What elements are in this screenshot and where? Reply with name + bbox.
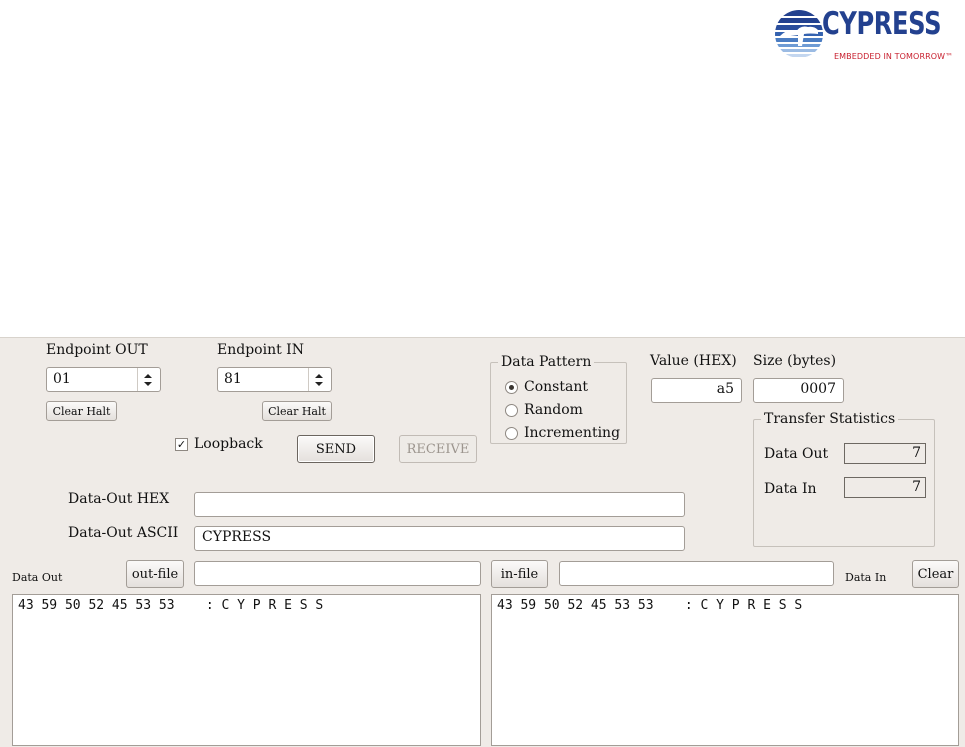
data-pattern-legend: Data Pattern (498, 354, 595, 370)
data-pattern-group: Data Pattern Constant Random Incrementin… (490, 354, 627, 444)
loopback-label: Loopback (194, 436, 263, 452)
loopback-checkbox[interactable]: ✓ Loopback (175, 436, 263, 452)
data-out-ascii-label: Data-Out ASCII (68, 525, 179, 541)
endpoint-out-value: 01 (53, 371, 71, 387)
stat-data-in-label: Data In (764, 481, 817, 497)
cypress-globe-icon (775, 10, 823, 58)
stat-data-out-label: Data Out (764, 446, 829, 462)
clear-button[interactable]: Clear (912, 560, 959, 588)
transfer-statistics-group: Transfer Statistics Data Out 7 Data In 7 (753, 411, 935, 547)
value-hex-input[interactable]: a5 (651, 378, 742, 403)
endpoint-out-clear-halt-button[interactable]: Clear Halt (46, 401, 117, 421)
radio-random[interactable]: Random (505, 402, 583, 418)
receive-button[interactable]: RECEIVE (399, 435, 477, 463)
spin-arrows-icon (308, 368, 328, 391)
data-out-hex-label: Data-Out HEX (68, 491, 170, 507)
endpoint-in-select[interactable]: 81 (217, 367, 332, 392)
stat-data-out-value: 7 (844, 443, 926, 464)
endpoint-out-label: Endpoint OUT (46, 342, 148, 358)
data-out-log[interactable]: 43 59 50 52 45 53 53 : C Y P R E S S (12, 594, 481, 746)
usb-bulk-loop-panel: Endpoint OUT 01 Clear Halt Endpoint IN 8… (0, 337, 965, 747)
endpoint-out-select[interactable]: 01 (46, 367, 161, 392)
logo-tagline: EMBEDDED IN TOMORROW™ (834, 52, 954, 61)
data-out-ascii-input[interactable]: CYPRESS (194, 526, 685, 551)
radio-selected-icon (505, 380, 518, 394)
transfer-statistics-legend: Transfer Statistics (761, 411, 899, 427)
value-hex-label: Value (HEX) (650, 353, 737, 369)
radio-unselected-icon (505, 403, 518, 417)
spin-arrows-icon (137, 368, 157, 391)
in-file-button[interactable]: in-file (491, 560, 548, 588)
stat-data-in-value: 7 (844, 477, 926, 498)
data-out-label: Data Out (12, 571, 63, 584)
radio-random-label: Random (524, 402, 583, 418)
loopback-check-icon: ✓ (175, 437, 188, 451)
data-in-log[interactable]: 43 59 50 52 45 53 53 : C Y P R E S S (491, 594, 959, 746)
data-out-hex-input[interactable] (194, 492, 685, 517)
endpoint-in-clear-halt-button[interactable]: Clear Halt (262, 401, 332, 421)
endpoint-in-value: 81 (224, 371, 242, 387)
size-bytes-label: Size (bytes) (753, 353, 837, 369)
out-file-button[interactable]: out-file (126, 560, 184, 588)
radio-constant-label: Constant (524, 379, 588, 395)
in-file-path-input[interactable] (559, 561, 834, 586)
size-bytes-input[interactable]: 0007 (753, 378, 844, 403)
send-button[interactable]: SEND (297, 435, 375, 463)
data-in-label: Data In (845, 571, 887, 584)
cypress-logo: CYPRESS EMBEDDED IN TOMORROW™ (774, 0, 956, 72)
out-file-path-input[interactable] (194, 561, 481, 586)
radio-incrementing[interactable]: Incrementing (505, 425, 620, 441)
radio-constant[interactable]: Constant (505, 379, 588, 395)
radio-unselected-icon (505, 426, 518, 440)
endpoint-in-label: Endpoint IN (217, 342, 304, 358)
radio-incrementing-label: Incrementing (524, 425, 621, 441)
logo-wordmark: CYPRESS (822, 6, 942, 42)
